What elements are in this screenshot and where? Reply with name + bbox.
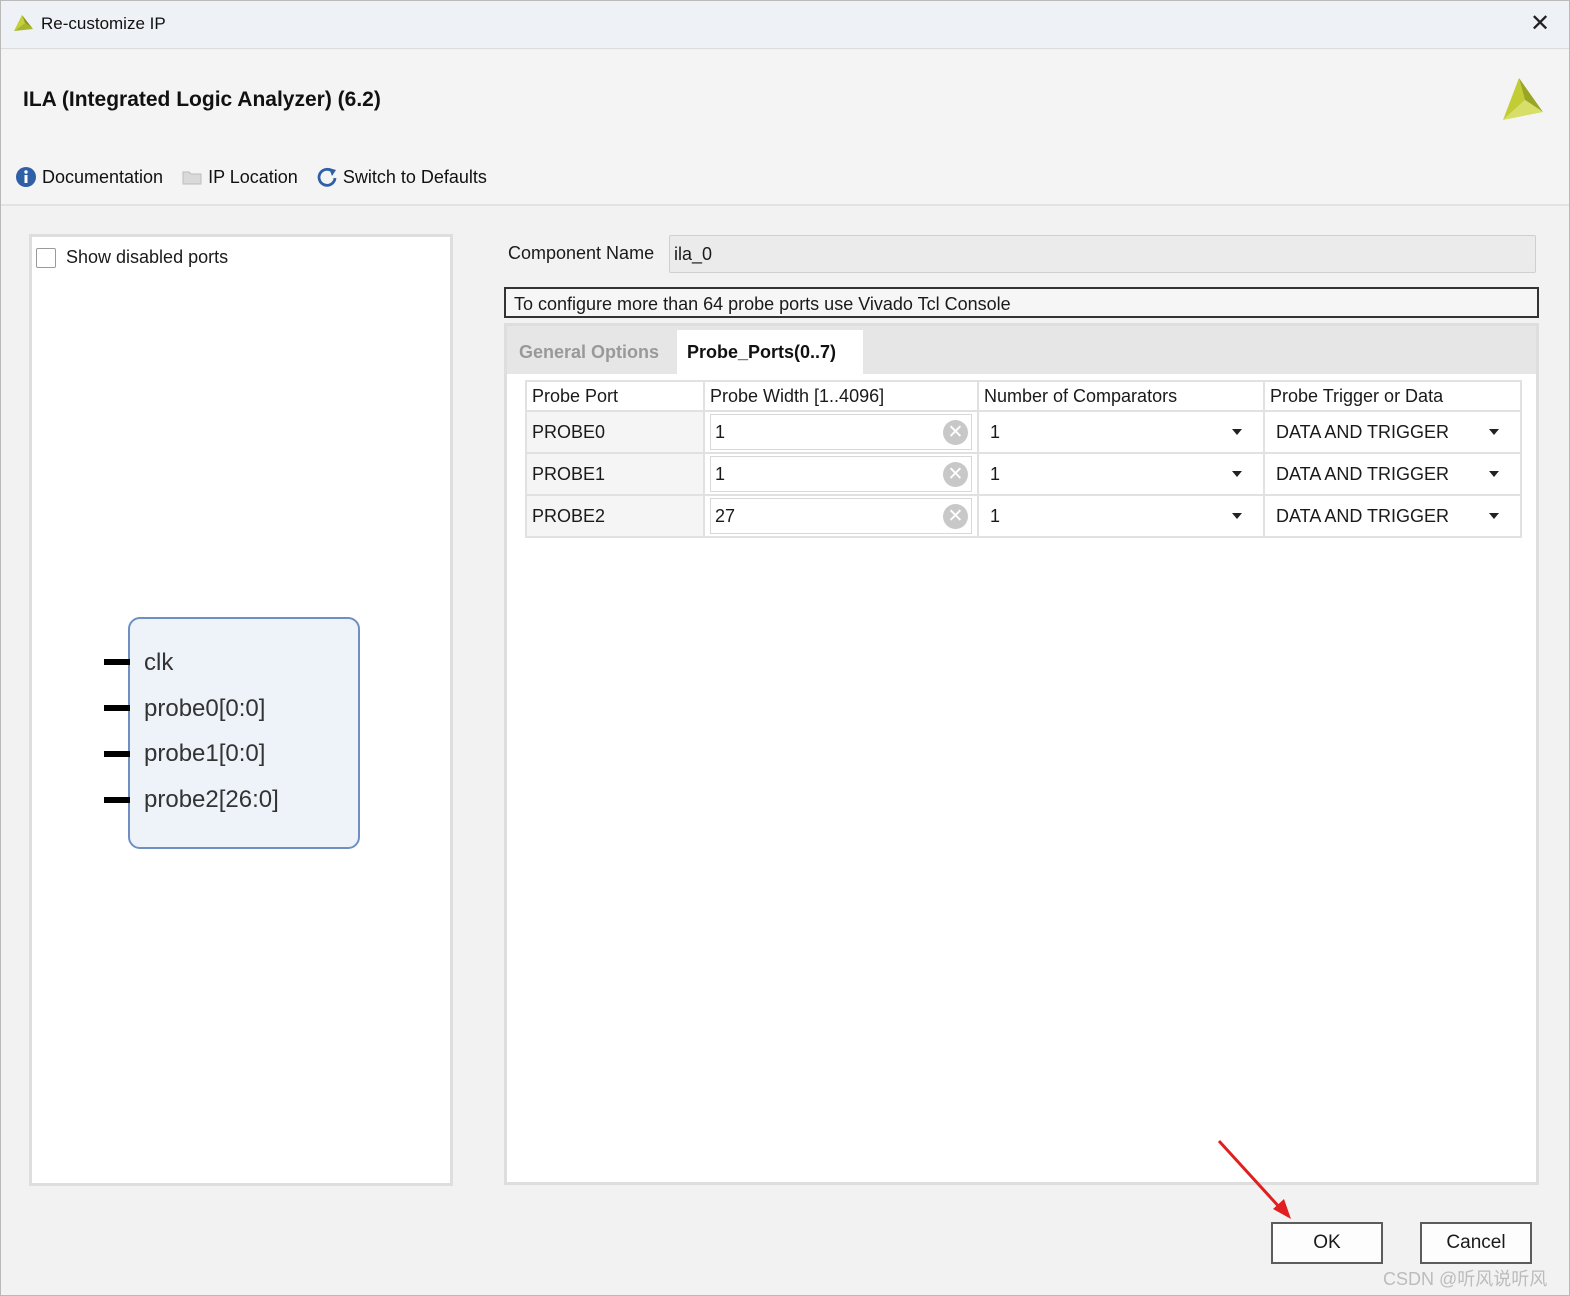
- tab-general-options[interactable]: General Options: [509, 330, 675, 374]
- documentation-label: Documentation: [42, 166, 164, 187]
- trigger-dropdown[interactable]: DATA AND TRIGGER: [1270, 464, 1515, 485]
- show-disabled-ports-label: Show disabled ports: [66, 247, 229, 267]
- documentation-button[interactable]: Documentation: [15, 166, 163, 188]
- watermark: CSDN @听风说听风: [1383, 1269, 1548, 1289]
- trigger-value: DATA AND TRIGGER: [1276, 421, 1450, 442]
- comparators-dropdown[interactable]: 1: [984, 506, 1258, 527]
- trigger-cell: DATA AND TRIGGER: [1263, 452, 1522, 496]
- probe-width-cell: 27 ✕: [703, 494, 979, 538]
- ok-button[interactable]: OK: [1271, 1222, 1383, 1264]
- chevron-down-icon: [1232, 471, 1242, 477]
- ip-symbol-block: clk probe0[0:0] probe1[0:0] probe2[26:0]: [104, 617, 360, 849]
- trigger-dropdown[interactable]: DATA AND TRIGGER: [1270, 506, 1515, 527]
- table-row: PROBE1 1 ✕ 1 DATA AND TRIGGER: [525, 452, 1522, 496]
- ip-location-label: IP Location: [208, 166, 298, 187]
- column-header: Probe Trigger or Data: [1263, 380, 1522, 412]
- probe-width-input[interactable]: 27 ✕: [710, 498, 972, 534]
- show-disabled-ports-checkbox[interactable]: [36, 247, 56, 268]
- pin-label: probe2[26:0]: [144, 786, 279, 813]
- trigger-cell: DATA AND TRIGGER: [1263, 410, 1522, 454]
- clear-icon[interactable]: ✕: [943, 420, 968, 445]
- table-header-row: Probe Port Probe Width [1..4096] Number …: [525, 380, 1522, 412]
- pin-label: clk: [144, 649, 174, 676]
- title-bar: Re-customize IP ✕: [1, 1, 1569, 49]
- pin-label: probe0[0:0]: [144, 695, 266, 722]
- component-name-label: Component Name: [508, 243, 655, 263]
- probe-port-cell: PROBE1: [525, 452, 705, 496]
- pin-label: probe1[0:0]: [144, 740, 266, 767]
- comparators-value: 1: [990, 505, 1001, 526]
- column-header: Probe Port: [525, 380, 705, 412]
- toolbar: Documentation IP Location Switch to Defa…: [15, 162, 505, 192]
- pin-probe2: [104, 797, 130, 803]
- chevron-down-icon: [1489, 471, 1499, 477]
- refresh-icon: [317, 167, 337, 187]
- comparators-cell: 1: [977, 410, 1265, 454]
- trigger-value: DATA AND TRIGGER: [1276, 505, 1450, 526]
- probe-width-input[interactable]: 1 ✕: [710, 414, 972, 450]
- probe-port-cell: PROBE2: [525, 494, 705, 538]
- chevron-down-icon: [1489, 429, 1499, 435]
- pin-clk: [104, 659, 130, 665]
- switch-to-defaults-label: Switch to Defaults: [342, 166, 487, 187]
- window-title: Re-customize IP: [41, 14, 166, 33]
- ip-title: ILA (Integrated Logic Analyzer) (6.2): [23, 88, 381, 111]
- pin-probe1: [104, 751, 130, 757]
- dialog-window: Re-customize IP ✕ ILA (Integrated Logic …: [0, 0, 1570, 1296]
- comparators-value: 1: [990, 463, 1001, 484]
- comparators-dropdown[interactable]: 1: [984, 422, 1258, 443]
- comparators-value: 1: [990, 421, 1001, 442]
- tab-probe-ports[interactable]: Probe_Ports(0..7): [677, 330, 863, 374]
- column-header: Number of Comparators: [977, 380, 1265, 412]
- chevron-down-icon: [1232, 429, 1242, 435]
- probe-width-input[interactable]: 1 ✕: [710, 456, 972, 492]
- probe-width-value: 27: [715, 506, 736, 526]
- switch-to-defaults-button[interactable]: Switch to Defaults: [316, 166, 487, 188]
- clear-icon[interactable]: ✕: [943, 462, 968, 487]
- component-name-field[interactable]: ila_0: [669, 235, 1536, 273]
- close-icon[interactable]: ✕: [1525, 9, 1555, 39]
- probe-width-value: 1: [715, 464, 726, 484]
- probe-limit-notice: To configure more than 64 probe ports us…: [504, 287, 1539, 318]
- trigger-cell: DATA AND TRIGGER: [1263, 494, 1522, 538]
- xilinx-logo-icon: [1503, 78, 1543, 120]
- ip-symbol-panel: Show disabled ports clk probe0[0:0] prob…: [29, 234, 453, 1186]
- column-header: Probe Width [1..4096]: [703, 380, 979, 412]
- chevron-down-icon: [1232, 513, 1242, 519]
- probe-width-cell: 1 ✕: [703, 410, 979, 454]
- probe-ports-table: Probe Port Probe Width [1..4096] Number …: [525, 380, 1522, 538]
- tab-strip: General Options Probe_Ports(0..7): [507, 326, 1536, 374]
- chevron-down-icon: [1489, 513, 1499, 519]
- comparators-cell: 1: [977, 494, 1265, 538]
- show-disabled-ports-row[interactable]: Show disabled ports: [36, 247, 228, 268]
- probe-width-cell: 1 ✕: [703, 452, 979, 496]
- probe-width-value: 1: [715, 422, 726, 442]
- clear-icon[interactable]: ✕: [943, 504, 968, 529]
- trigger-value: DATA AND TRIGGER: [1276, 463, 1450, 484]
- trigger-dropdown[interactable]: DATA AND TRIGGER: [1270, 422, 1515, 443]
- probe-port-cell: PROBE0: [525, 410, 705, 454]
- folder-icon: [182, 171, 202, 185]
- options-tab-panel: General Options Probe_Ports(0..7) Probe …: [504, 323, 1539, 1185]
- comparators-dropdown[interactable]: 1: [984, 464, 1258, 485]
- ip-location-button[interactable]: IP Location: [181, 166, 298, 188]
- pin-probe0: [104, 705, 130, 711]
- vivado-logo-icon: [14, 15, 33, 31]
- ip-header: ILA (Integrated Logic Analyzer) (6.2) Do…: [1, 50, 1569, 206]
- table-row: PROBE2 27 ✕ 1 DATA AND TRIGGER: [525, 494, 1522, 538]
- table-row: PROBE0 1 ✕ 1 DATA AND TRIGGER: [525, 410, 1522, 454]
- comparators-cell: 1: [977, 452, 1265, 496]
- info-icon: [16, 167, 36, 187]
- cancel-button[interactable]: Cancel: [1420, 1222, 1532, 1264]
- annotation-arrow-icon: [1217, 1139, 1291, 1219]
